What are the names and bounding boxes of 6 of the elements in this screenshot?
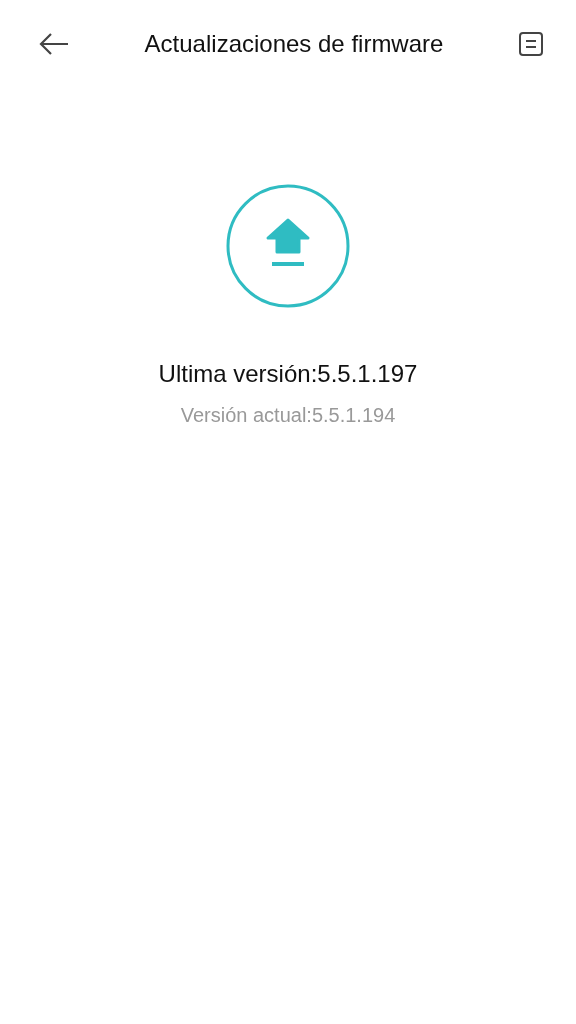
back-arrow-icon xyxy=(38,32,70,56)
latest-version: Ultima versión:5.5.1.197 xyxy=(158,359,418,389)
current-version: Versión actual:5.5.1.194 xyxy=(180,403,396,428)
document-icon xyxy=(518,31,544,57)
screen-title: Actualizaciones de firmware xyxy=(144,29,444,59)
upload-icon xyxy=(226,184,350,308)
